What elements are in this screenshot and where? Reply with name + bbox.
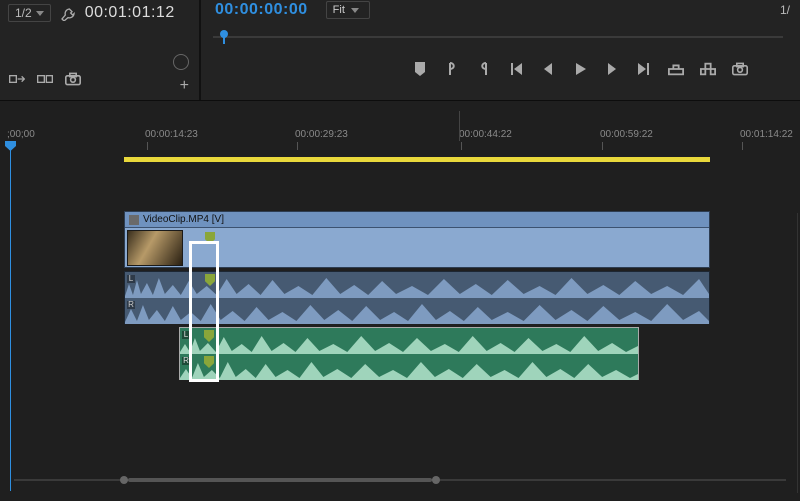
scrub-playhead-icon[interactable] [219, 30, 229, 44]
step-forward-button[interactable] [603, 60, 621, 78]
ruler-tick: 00:00:14:23 [145, 129, 198, 150]
source-timecode[interactable]: 00:01:01:12 [85, 4, 175, 22]
panel-divider[interactable] [797, 213, 798, 493]
timeline-zoom-scrollbar[interactable] [0, 475, 800, 485]
zoom-handle-left[interactable] [120, 476, 128, 484]
waveform [125, 274, 709, 298]
program-timecode[interactable]: 00:00:00:00 [215, 1, 308, 19]
ruler-tick: 00:01:14:22 [740, 129, 793, 150]
export-frame-icon[interactable] [64, 70, 82, 88]
transport-controls [411, 60, 749, 78]
zoom-circle-icon[interactable] [173, 54, 189, 70]
add-marker-button[interactable] [411, 60, 429, 78]
overwrite-icon[interactable] [36, 70, 54, 88]
program-scrub-bar[interactable] [213, 30, 783, 44]
program-monitor-panel: 00:00:00:00 Fit 1/ [200, 0, 800, 100]
source-monitor-panel: 1/2 00:01:01:12 + [0, 0, 200, 100]
step-back-button[interactable] [539, 60, 557, 78]
chevron-down-icon [36, 11, 44, 16]
work-area-bar[interactable] [124, 157, 710, 162]
playback-resolution-select[interactable]: 1/2 [8, 4, 51, 22]
mark-in-button[interactable] [443, 60, 461, 78]
time-ruler[interactable]: ;00;00 00:00:14:23 00:00:29:23 00:00:44:… [0, 129, 800, 157]
export-frame-button[interactable] [731, 60, 749, 78]
video-clip-name: VideoClip.MP4 [V] [143, 214, 224, 225]
top-toolbar-area: 1/2 00:01:01:12 + 00:00:00:00 [0, 0, 800, 100]
extract-button[interactable] [699, 60, 717, 78]
clip-titlebar: VideoClip.MP4 [V] [125, 212, 709, 228]
clip-thumbnail [127, 230, 183, 266]
go-to-out-button[interactable] [635, 60, 653, 78]
playback-resolution-value: 1/2 [15, 6, 32, 20]
zoom-handle-right[interactable] [432, 476, 440, 484]
go-to-in-button[interactable] [507, 60, 525, 78]
settings-wrench-icon[interactable] [59, 4, 77, 22]
clip-marker-icon[interactable] [205, 232, 215, 244]
ruler-tick: 00:00:29:23 [295, 129, 348, 150]
timeline-playhead[interactable] [10, 141, 11, 491]
chevron-down-icon [351, 8, 359, 13]
lift-button[interactable] [667, 60, 685, 78]
waveform [125, 300, 709, 324]
scroll-thumb-bar [128, 478, 432, 482]
ruler-tick: 00:00:59:22 [600, 129, 653, 150]
scrub-track [213, 36, 783, 38]
waveform [180, 330, 638, 354]
insert-icon[interactable] [8, 70, 26, 88]
mark-out-button[interactable] [475, 60, 493, 78]
timeline-panel: ;00;00 00:00:14:23 00:00:29:23 00:00:44:… [0, 100, 800, 501]
zoom-fit-label: Fit [333, 4, 345, 16]
audio-clip-a2[interactable]: L R [179, 327, 639, 380]
fx-badge-icon [129, 215, 139, 225]
program-page-indicator: 1/ [780, 3, 790, 17]
scroll-thumb[interactable] [120, 475, 440, 485]
ruler-major-tick [459, 111, 460, 141]
zoom-fit-select[interactable]: Fit [326, 1, 370, 19]
button-editor-plus-icon[interactable]: + [180, 78, 189, 94]
ruler-tick: 00:00:44:22 [459, 129, 512, 150]
play-button[interactable] [571, 60, 589, 78]
video-clip[interactable]: VideoClip.MP4 [V] [124, 211, 710, 268]
audio-clip-a1[interactable]: L R [124, 271, 710, 324]
waveform [180, 356, 638, 380]
